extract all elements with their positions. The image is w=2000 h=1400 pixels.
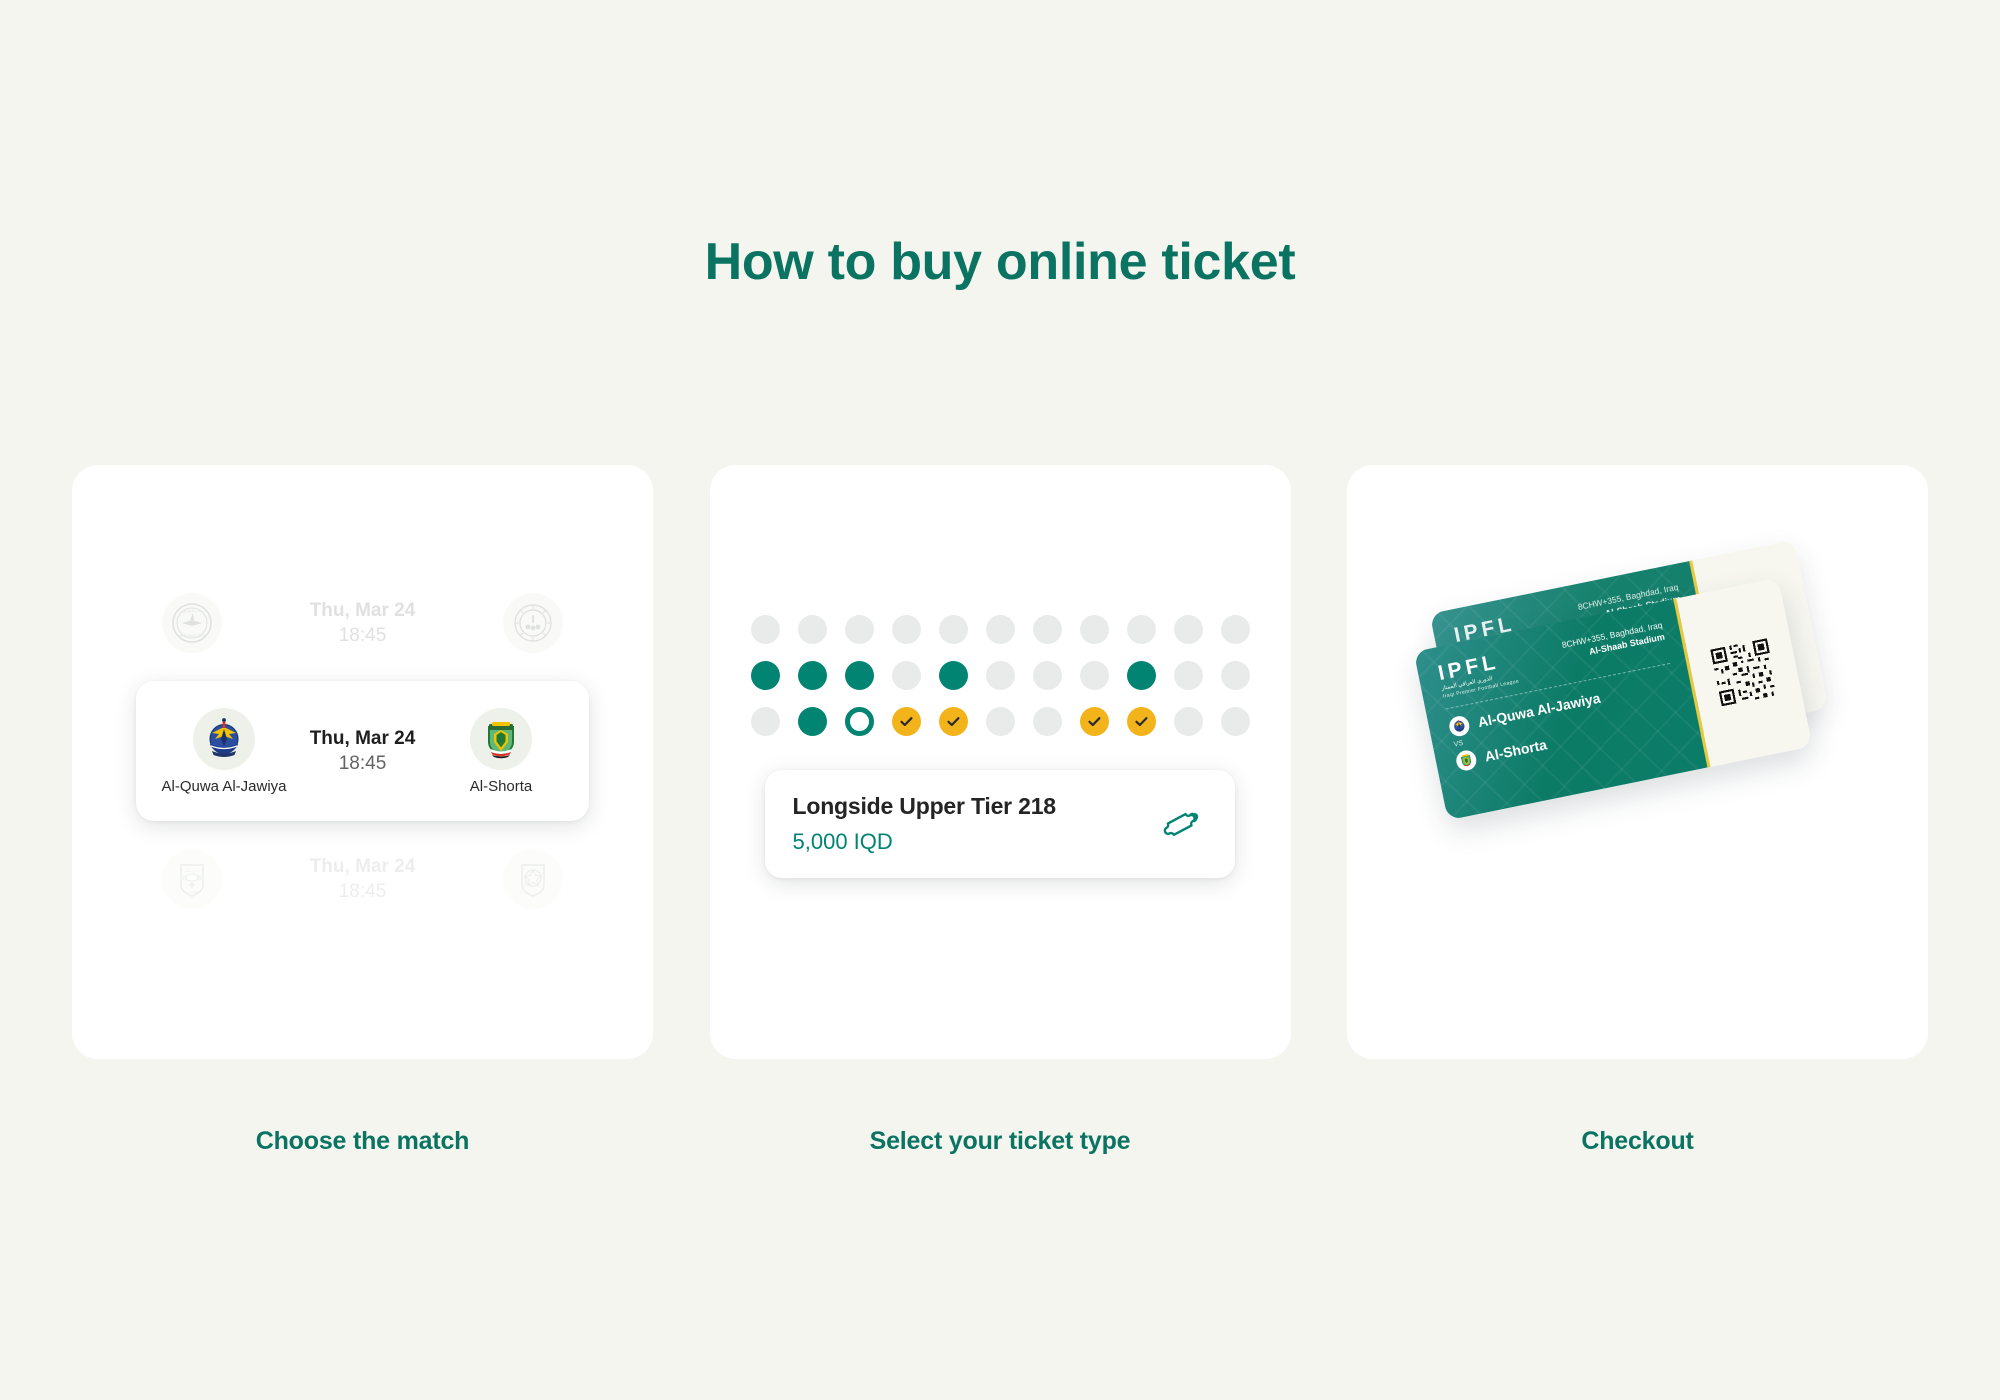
match-row-selected[interactable]: Al-Quwa Al-Jawiya Thu, Mar 24 18:45 Al-S… (136, 681, 589, 821)
seat-available[interactable] (1220, 707, 1250, 736)
seat-available[interactable] (1173, 661, 1203, 690)
seat-available[interactable] (985, 615, 1015, 644)
match-date: Thu, Mar 24 (309, 855, 416, 877)
seat-selected[interactable] (938, 707, 968, 736)
match-time: Thu, Mar 24 18:45 (246, 598, 479, 648)
step-checkout: IPFL الدوري العراقي الممتاز Iraqi Premie… (1347, 465, 1928, 1156)
seat-available[interactable] (1032, 707, 1062, 736)
seat-available[interactable] (891, 661, 921, 690)
step-choose-match: نادي الطيران AIR FORCE CLUB Thu, Mar 24 … (72, 465, 653, 1156)
match-hour: 18:45 (338, 625, 387, 646)
away-team-name: Al-Shorta (469, 777, 533, 795)
seat-selected[interactable] (891, 707, 921, 736)
svg-text:AL TALABA: AL TALABA (185, 890, 200, 894)
away-team: Al-Shorta (447, 707, 555, 795)
ticket-type-price: 5,000 IQD (792, 829, 893, 854)
seat-available[interactable] (750, 615, 780, 644)
ipfl-logo: IPFL الدوري العراقي الممتاز Iraqi Premie… (1436, 648, 1520, 699)
seat-available[interactable] (1126, 615, 1156, 644)
seat-available[interactable] (1032, 661, 1062, 690)
ticket-type-card[interactable]: Longside Upper Tier 218 5,000 IQD (764, 770, 1235, 878)
step-2-card: Longside Upper Tier 218 5,000 IQD (709, 465, 1291, 1059)
away-team: AL ZAWRAA (479, 849, 587, 909)
page-title: How to buy online ticket (704, 233, 1296, 291)
seat-available[interactable] (750, 707, 780, 736)
seat-taken[interactable] (797, 661, 827, 690)
seat-selected[interactable] (1079, 707, 1109, 736)
seat-row (750, 661, 1250, 690)
away-team (479, 593, 587, 653)
home-team: نادي الطيران AIR FORCE CLUB (138, 593, 246, 653)
step-1-card: نادي الطيران AIR FORCE CLUB Thu, Mar 24 … (72, 465, 653, 1059)
seat-row (750, 615, 1250, 644)
seat-available[interactable] (1173, 707, 1203, 736)
seat-available[interactable] (985, 661, 1015, 690)
al-shorta-crest-icon (1454, 748, 1479, 773)
al-talaba-crest-icon: نادي الطلبة AL TALABA (162, 849, 222, 909)
step-caption-checkout: Checkout (1581, 1127, 1694, 1155)
seat-map (710, 615, 1291, 736)
al-naft-crest-icon: نادي الطيران AIR FORCE CLUB (162, 593, 222, 653)
seat-available[interactable] (1220, 661, 1250, 690)
svg-text:نادي الطلبة: نادي الطلبة (185, 869, 200, 873)
step-caption-choose-match: Choose the match (255, 1127, 470, 1155)
seat-taken[interactable] (750, 661, 780, 690)
ticket-type-info: Longside Upper Tier 218 5,000 IQD (792, 793, 1057, 855)
check-icon (899, 717, 912, 727)
match-row[interactable]: نادي الطلبة AL TALABA Thu, Mar 24 18:45 (72, 833, 653, 925)
check-icon (1134, 717, 1147, 727)
match-time: Thu, Mar 24 18:45 (278, 726, 447, 776)
step-3-card: IPFL الدوري العراقي الممتاز Iraqi Premie… (1347, 465, 1928, 1059)
seat-taken[interactable] (938, 661, 968, 690)
step-select-ticket-type: Longside Upper Tier 218 5,000 IQD Select… (709, 465, 1291, 1156)
seat-available[interactable] (1079, 661, 1109, 690)
seat-taken[interactable] (1126, 661, 1156, 690)
seat-available[interactable] (1220, 615, 1250, 644)
match-row[interactable]: نادي الطيران AIR FORCE CLUB Thu, Mar 24 … (72, 577, 653, 669)
seat-available[interactable] (891, 615, 921, 644)
al-quwa-al-jawiya-crest-icon (1447, 714, 1472, 738)
match-time: Thu, Mar 24 18:45 (246, 854, 479, 904)
al-zawraa-crest-icon: AL ZAWRAA (503, 849, 563, 909)
home-team-name: Al-Quwa Al-Jawiya (161, 777, 287, 795)
seat-available[interactable] (938, 615, 968, 644)
home-team: Al-Quwa Al-Jawiya (161, 707, 287, 795)
seat-available[interactable] (797, 615, 827, 644)
check-icon (1087, 717, 1100, 727)
al-shorta-crest-icon (470, 707, 532, 770)
seat-focused[interactable] (844, 707, 874, 736)
seat-taken[interactable] (844, 661, 874, 690)
check-icon (946, 717, 959, 727)
seat-available[interactable] (1079, 615, 1109, 644)
seat-taken[interactable] (797, 707, 827, 736)
svg-text:AL ZAWRAA: AL ZAWRAA (518, 878, 530, 895)
qr-code-icon (1707, 635, 1781, 709)
seat-row (750, 707, 1250, 736)
seat-selected[interactable] (1126, 707, 1156, 736)
step-caption-select-ticket-type: Select your ticket type (869, 1127, 1131, 1155)
tickets-stage: IPFL الدوري العراقي الممتاز Iraqi Premie… (1347, 465, 1928, 1059)
ticket-icon (1163, 803, 1205, 845)
steps-container: نادي الطيران AIR FORCE CLUB Thu, Mar 24 … (72, 465, 1928, 1156)
match-date: Thu, Mar 24 (309, 599, 416, 621)
svg-text:AIR FORCE CLUB: AIR FORCE CLUB (178, 634, 207, 638)
home-team: نادي الطلبة AL TALABA (138, 849, 246, 909)
ticket-venue: 8CHW+355, Baghdad, Iraq Al-Shaab Stadium (1561, 618, 1666, 663)
svg-text:نادي الطيران: نادي الطيران (183, 609, 201, 613)
match-hour: 18:45 (338, 753, 387, 774)
seat-available[interactable] (985, 707, 1015, 736)
seat-available[interactable] (1173, 615, 1203, 644)
match-list: نادي الطيران AIR FORCE CLUB Thu, Mar 24 … (72, 577, 653, 925)
al-minaa-crest-icon (503, 593, 563, 653)
al-quwa-al-jawiya-crest-icon (193, 707, 255, 770)
ticket-type-name: Longside Upper Tier 218 (792, 793, 1057, 819)
seat-available[interactable] (1032, 615, 1062, 644)
match-date: Thu, Mar 24 (309, 727, 416, 749)
match-hour: 18:45 (338, 881, 387, 902)
seat-available[interactable] (844, 615, 874, 644)
